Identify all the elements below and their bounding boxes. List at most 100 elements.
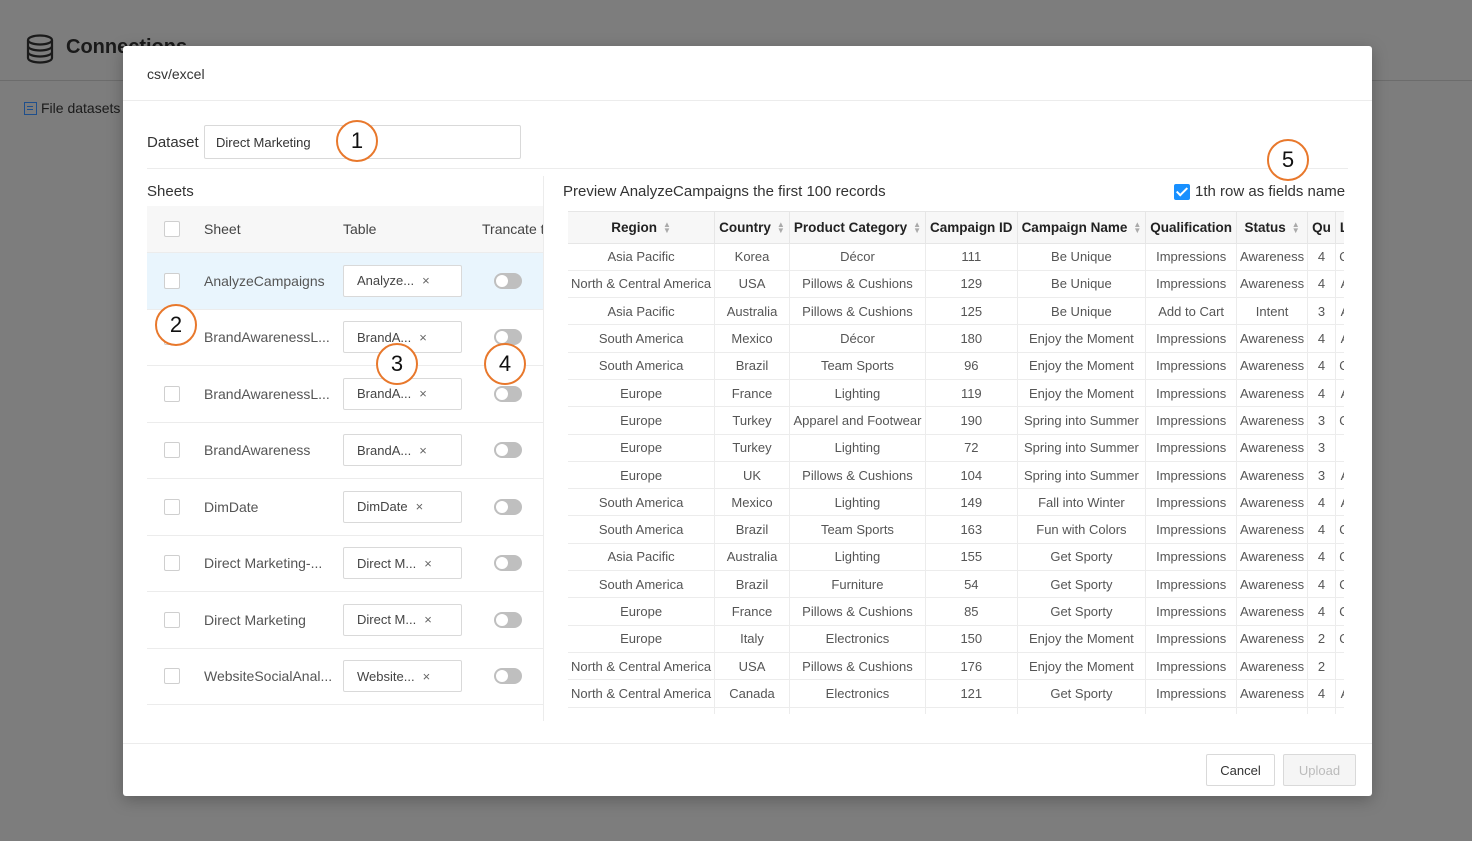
sort-icon[interactable]: ▲ ▼ [913,221,921,235]
table-select[interactable]: Analyze... × [343,264,462,297]
truncate-toggle[interactable] [494,555,522,572]
sheet-row[interactable]: DimDate DimDate × [147,479,544,536]
sheet-row[interactable]: Direct Marketing Direct M... × [147,592,544,649]
preview-cell: Impressions [1145,324,1238,353]
sheet-row[interactable]: BrandAwareness BrandA... × [147,423,544,479]
annotation-2: 2 [155,304,197,346]
table-select[interactable]: Direct M... × [343,603,462,636]
preview-cell: 104 [925,461,1018,490]
sheet-checkbox[interactable] [164,555,180,572]
preview-row: Asia Pacific Korea Décor 111 Be Unique Impres… [568,243,1344,271]
truncate-toggle[interactable] [494,385,522,402]
preview-column-header[interactable]: Country ▲ ▼ [714,212,790,244]
table-select[interactable]: Website... × [343,660,462,693]
column-label: Campaign ID [930,219,1013,235]
preview-cell: Pillows & Cushions [789,707,927,714]
sheet-checkbox[interactable] [164,385,180,402]
preview-cell: Awareness [1236,352,1309,380]
remove-tag-icon[interactable]: × [424,556,432,571]
cancel-button[interactable]: Cancel [1206,754,1275,786]
sort-icon[interactable]: ▲ ▼ [1292,221,1300,235]
preview-cell: Brazil [714,515,790,544]
preview-column-header[interactable]: Product Category ▲ ▼ [789,212,927,244]
first-row-checkbox[interactable] [1174,184,1190,200]
preview-cell: Apparel and Footwear [789,406,927,435]
col-table: Table [343,221,377,237]
preview-table-container[interactable]: Region ▲ ▼ Country ▲ ▼ Product Category ▲ ▼ Campa… [568,211,1344,714]
sheet-name: Direct Marketing [204,611,306,628]
preview-column-header[interactable]: Campaign Name ▲ ▼ [1017,212,1147,244]
preview-cell: Fall into Winter [1017,488,1147,517]
preview-cell: Awareness [1236,679,1309,708]
table-icon [24,101,37,115]
preview-column-header[interactable]: Status ▲ ▼ [1236,212,1309,244]
preview-cell: Australia [714,297,790,326]
sheet-name: WebsiteSocialAnal... [204,668,333,685]
preview-column-header[interactable]: Qu [1307,212,1336,244]
sheet-checkbox[interactable] [164,611,180,628]
preview-column-header[interactable]: Region ▲ ▼ [568,212,716,244]
preview-cell: Australia [714,543,790,572]
remove-tag-icon[interactable]: × [419,386,427,401]
preview-cell: Ac [1335,434,1344,462]
table-select[interactable]: BrandA... × [343,434,462,467]
preview-cell: Get Sporty [1017,679,1147,708]
preview-cell: Impressions [1145,707,1238,714]
preview-cell: Acc [1335,324,1344,353]
sort-icon[interactable]: ▲ ▼ [663,221,671,235]
sheet-row[interactable]: AnalyzeCampaigns Analyze... × [147,253,544,310]
preview-row: North & Central America USA Pillows & Cush… [568,652,1344,681]
sheet-row[interactable]: WebsiteSocialAnal... Website... × [147,649,544,705]
truncate-toggle[interactable] [494,611,522,628]
preview-cell: Enjoy the Moment [1017,352,1147,380]
preview-cell: Qua [1335,406,1344,435]
preview-row: Europe Turkey Apparel and Footwear 190 Sprin… [568,406,1344,435]
preview-column-header[interactable]: Lea [1335,212,1344,244]
column-label: Region [611,219,657,235]
table-select[interactable]: Direct M... × [343,547,462,580]
table-select[interactable]: DimDate × [343,490,462,523]
column-label: Qu [1312,219,1331,235]
remove-tag-icon[interactable]: × [419,330,427,345]
table-tag-label: BrandA... [357,386,412,402]
sort-icon[interactable]: ▲ ▼ [1133,221,1141,235]
col-truncate: Trancate t [482,221,544,237]
tab-label: File datasets [41,100,121,116]
sort-icon[interactable]: ▲ ▼ [777,221,785,235]
preview-cell: Furniture [789,570,927,599]
table-tag-label: BrandA... [357,329,412,345]
preview-cell: 72 [925,434,1018,462]
preview-column-header[interactable]: Qualification [1145,212,1238,244]
truncate-toggle[interactable] [494,498,522,515]
preview-cell: Awareness [1236,707,1309,714]
truncate-toggle[interactable] [494,272,522,289]
preview-cell: Impressions [1145,270,1238,299]
preview-cell: 4 [1307,270,1336,299]
sheet-row[interactable]: Direct Marketing-... Direct M... × [147,536,544,592]
preview-cell: Mexico [714,488,790,517]
truncate-toggle[interactable] [494,442,522,459]
sheet-row[interactable]: BrandAwarenessL... BrandA... × [147,366,544,423]
preview-row: South America Mexico Décor 180 Enjoy the Mom… [568,324,1344,353]
remove-tag-icon[interactable]: × [423,669,431,684]
remove-tag-icon[interactable]: × [422,273,430,288]
tab-file-datasets[interactable]: File datasets [24,100,120,116]
preview-cell: Mexico [714,324,790,353]
preview-column-header[interactable]: Campaign ID [925,212,1018,244]
table-tag-label: Website... [357,668,415,684]
truncate-toggle[interactable] [494,668,522,685]
preview-cell: 4 [1307,352,1336,380]
preview-cell: South America [568,352,716,380]
sheet-checkbox[interactable] [164,272,180,289]
remove-tag-icon[interactable]: × [419,443,427,458]
remove-tag-icon[interactable]: × [416,499,424,514]
preview-row: Europe UK Pillows & Cushions 104 Spring into… [568,461,1344,490]
sheet-checkbox[interactable] [164,498,180,515]
upload-button[interactable]: Upload [1283,754,1356,786]
sheet-checkbox[interactable] [164,668,180,685]
select-all-checkbox[interactable] [164,221,180,237]
preview-row: North & Central America USA Pillows & Cush… [568,270,1344,299]
remove-tag-icon[interactable]: × [424,612,432,627]
preview-cell: 3 [1307,434,1336,462]
sheet-checkbox[interactable] [164,442,180,459]
